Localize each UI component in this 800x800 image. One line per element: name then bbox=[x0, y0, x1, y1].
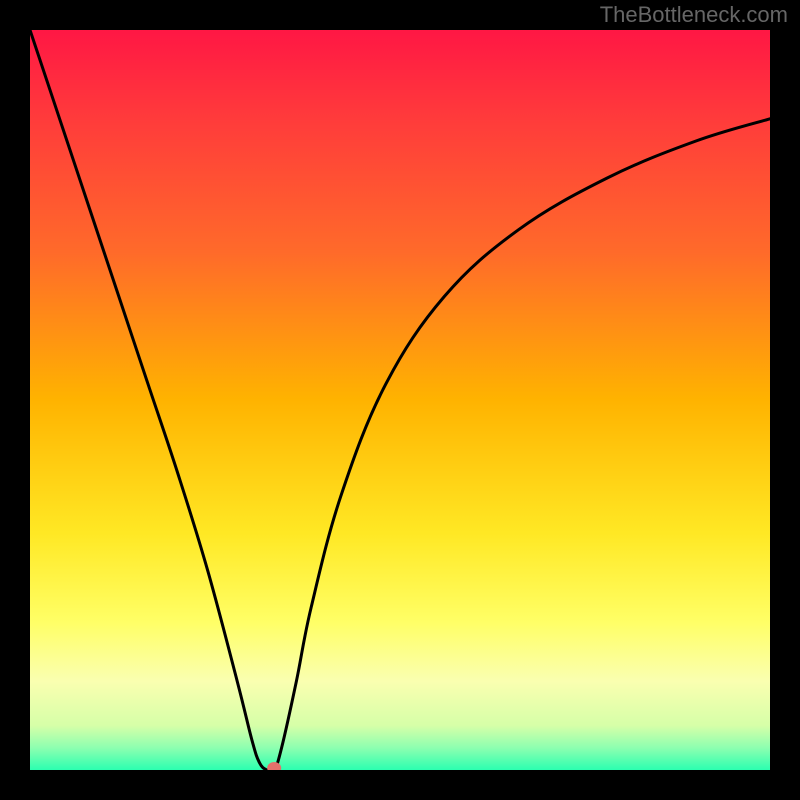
bottleneck-chart bbox=[30, 30, 770, 770]
gradient-background bbox=[30, 30, 770, 770]
chart-frame: { "watermark": "TheBottleneck.com", "cha… bbox=[0, 0, 800, 800]
watermark-text: TheBottleneck.com bbox=[600, 2, 788, 28]
